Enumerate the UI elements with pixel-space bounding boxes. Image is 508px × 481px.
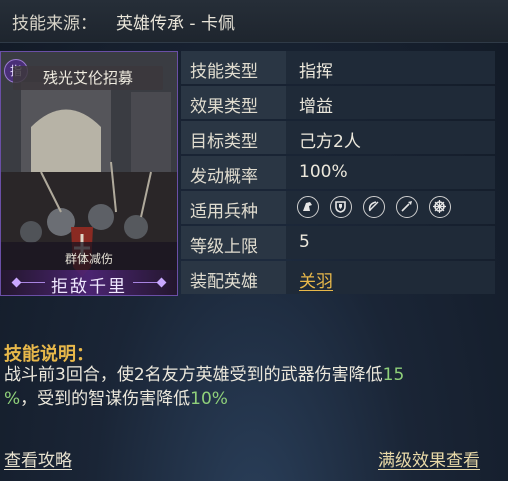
attr-value: 100%: [299, 162, 348, 182]
attr-row-trigger-rate: 发动概率 100%: [181, 156, 495, 189]
source-value: 英雄传承 - 卡佩: [116, 14, 235, 34]
desc-text: 战斗前3回合，使2名友方英雄受到的武器伤害降低: [4, 365, 383, 385]
skill-card: 指 残光艾伦招募 群体减伤 拒敌千里: [0, 51, 178, 296]
attr-value: 5: [299, 232, 310, 252]
desc-value-highlight: %: [4, 389, 21, 409]
desc-text: ，受到的智谋伤害降低: [20, 389, 191, 409]
spear-icon: [396, 196, 418, 218]
source-label: 技能来源：: [12, 14, 97, 34]
attr-value: 增益: [299, 97, 333, 117]
attr-row-effect-type: 效果类型 增益: [181, 86, 495, 119]
attr-row-skill-type: 技能类型 指挥: [181, 51, 495, 84]
attr-row-target-type: 目标类型 己方2人: [181, 121, 495, 154]
archer-icon: [363, 196, 385, 218]
skill-description: 战斗前3回合，使2名友方英雄受到的武器伤害降低15 %，受到的智谋伤害降低10%: [4, 363, 484, 411]
shield-infantry-icon: [330, 196, 352, 218]
max-level-effect-link[interactable]: 满级效果查看: [378, 446, 480, 471]
attr-key: 等级上限: [190, 237, 258, 257]
equipped-hero-link[interactable]: 关羽: [299, 267, 333, 292]
skill-source-bar: 技能来源： 英雄传承 - 卡佩: [0, 0, 508, 43]
attr-key: 技能类型: [190, 62, 258, 82]
attr-row-equipped-hero: 装配英雄 关羽: [181, 261, 495, 294]
attr-row-level-cap: 等级上限 5: [181, 226, 495, 259]
attr-key: 适用兵种: [190, 202, 258, 222]
view-guide-link[interactable]: 查看攻略: [4, 446, 72, 471]
attr-key: 发动概率: [190, 167, 258, 187]
attr-row-unit-types: 适用兵种: [181, 191, 495, 224]
card-name: 残光艾伦招募: [13, 66, 163, 90]
attr-key: 目标类型: [190, 132, 258, 152]
desc-value-highlight: 15: [382, 365, 405, 385]
siege-icon: [429, 196, 451, 218]
attr-key: 效果类型: [190, 97, 258, 117]
banner-right-line: [133, 282, 159, 283]
attr-value: 指挥: [299, 62, 333, 82]
skill-name: 拒敌千里: [51, 277, 127, 296]
cavalry-icon: [297, 196, 319, 218]
skill-name-banner: 拒敌千里: [1, 270, 177, 296]
desc-value-highlight: 10%: [190, 389, 228, 409]
attribute-table: 技能类型 指挥 效果类型 增益 目标类型 己方2人 发动概率 100% 适用兵种: [181, 51, 495, 296]
attr-key: 装配英雄: [190, 272, 258, 292]
attr-value: 己方2人: [299, 132, 361, 152]
effect-tag: 群体减伤: [64, 252, 113, 266]
